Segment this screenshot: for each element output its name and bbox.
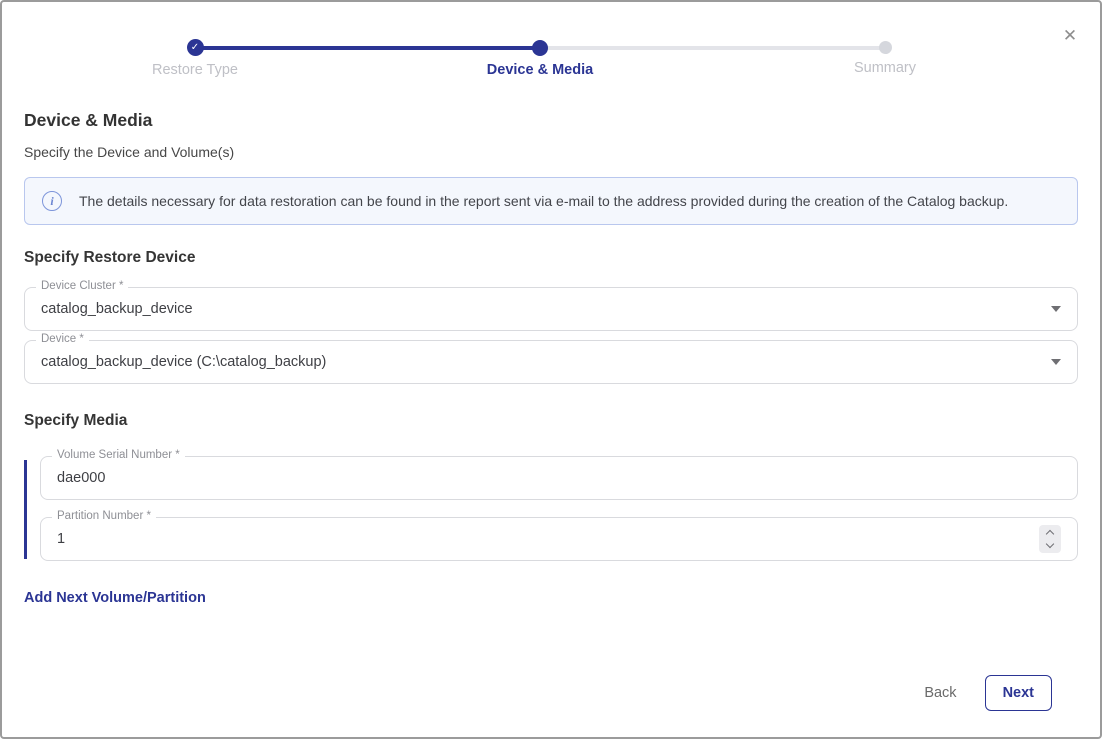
add-next-volume-partition-button[interactable]: Add Next Volume/Partition (24, 590, 206, 606)
step-label-device-media: Device & Media (460, 62, 620, 78)
dropdown-arrow-icon[interactable] (1051, 306, 1061, 312)
partition-number-input[interactable]: Partition Number * 1 (40, 517, 1078, 561)
step-label-restore-type: Restore Type (115, 62, 275, 78)
device-select[interactable]: Device * catalog_backup_device (C:\catal… (24, 340, 1078, 384)
dropdown-arrow-icon[interactable] (1051, 359, 1061, 365)
volume-partition-group: Volume Serial Number * dae000 Partition … (24, 456, 1078, 561)
back-button[interactable]: Back (924, 685, 956, 701)
device-cluster-select[interactable]: Device Cluster * catalog_backup_device (24, 287, 1078, 331)
device-cluster-value: catalog_backup_device (41, 301, 193, 317)
stepper-step-restore-type[interactable]: ✓ Restore Type (115, 39, 275, 78)
volume-serial-label: Volume Serial Number * (52, 449, 185, 461)
device-value: catalog_backup_device (C:\catalog_backup… (41, 354, 326, 370)
stepper-step-summary[interactable]: Summary (805, 39, 965, 76)
wizard-stepper: ✓ Restore Type Device & Media Summary (2, 2, 1100, 94)
restore-device-section-heading: Specify Restore Device (24, 249, 1078, 267)
step-active-dot (532, 40, 548, 56)
step-label-summary: Summary (805, 60, 965, 76)
info-icon: i (42, 191, 62, 211)
check-icon: ✓ (191, 42, 199, 53)
media-section-heading: Specify Media (24, 412, 1078, 430)
chevron-up-icon[interactable] (1046, 530, 1054, 538)
volume-serial-value: dae000 (57, 470, 105, 486)
step-completed-dot: ✓ (187, 39, 204, 56)
page-subtitle: Specify the Device and Volume(s) (24, 144, 1078, 160)
wizard-footer: Back Next (24, 675, 1078, 737)
step-pending-dot (879, 41, 892, 54)
info-alert-text: The details necessary for data restorati… (79, 193, 1008, 209)
partition-number-value: 1 (57, 531, 65, 547)
partition-number-label: Partition Number * (52, 510, 156, 522)
chevron-down-icon[interactable] (1046, 540, 1054, 548)
volume-serial-input[interactable]: Volume Serial Number * dae000 (40, 456, 1078, 500)
wizard-content: Device & Media Specify the Device and Vo… (2, 94, 1100, 737)
device-cluster-label: Device Cluster * (36, 280, 128, 292)
page-title: Device & Media (24, 110, 1078, 131)
stepper-step-device-media[interactable]: Device & Media (460, 39, 620, 78)
device-label: Device * (36, 333, 89, 345)
group-indicator-bar (24, 460, 27, 559)
restore-wizard-dialog: ✕ ✓ Restore Type Device & Media Summary … (0, 0, 1102, 739)
info-alert: i The details necessary for data restora… (24, 177, 1078, 225)
number-stepper[interactable] (1039, 525, 1061, 553)
next-button[interactable]: Next (985, 675, 1052, 711)
